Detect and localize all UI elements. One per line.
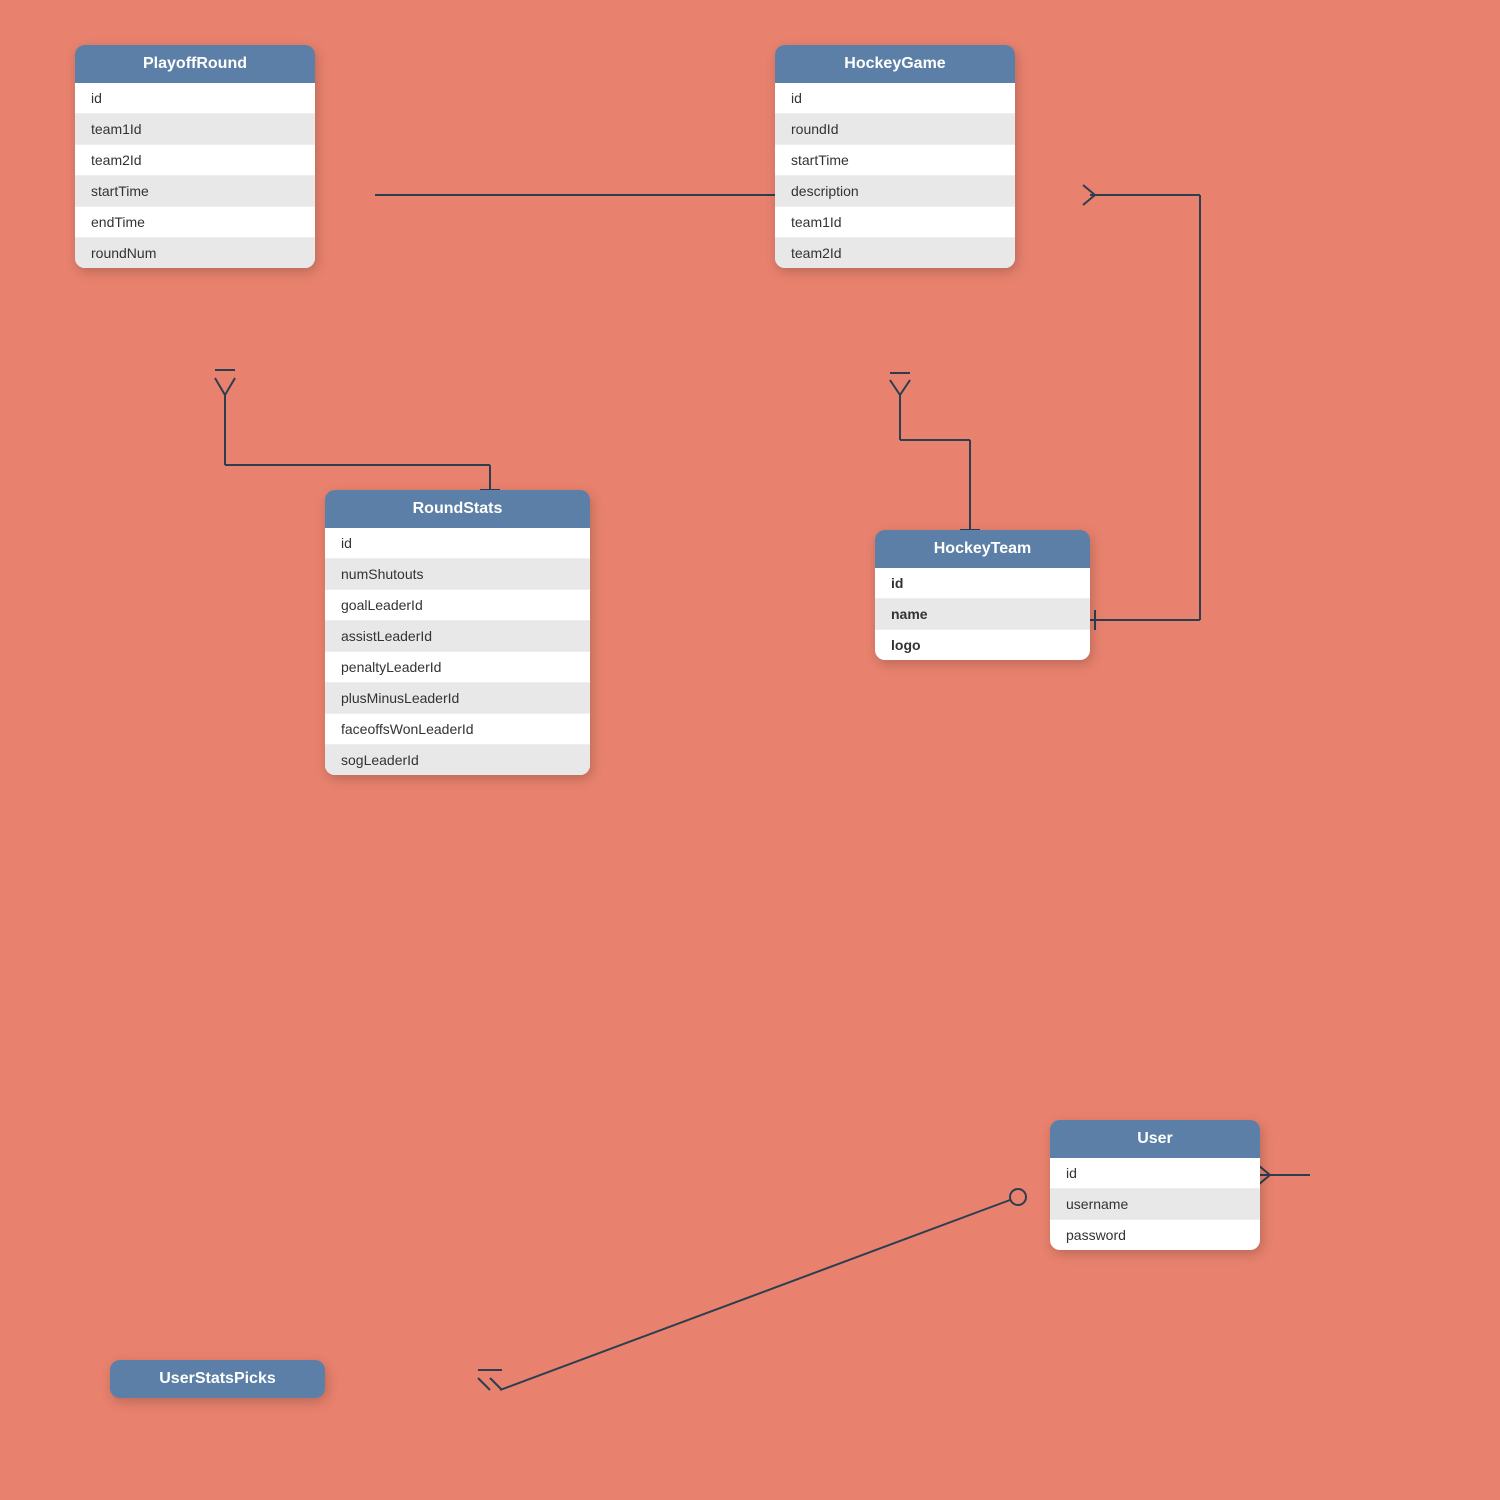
table-row: sogLeaderId [325,745,590,775]
table-hockey-team-header: HockeyTeam [875,530,1090,568]
table-row: startTime [775,145,1015,176]
table-round-stats-header: RoundStats [325,490,590,528]
table-row: description [775,176,1015,207]
table-row: id [75,83,315,114]
table-row: id [1050,1158,1260,1189]
table-playoff-round-header: PlayoffRound [75,45,315,83]
table-user: User id username password [1050,1120,1260,1250]
table-row: endTime [75,207,315,238]
table-playoff-round-body: id team1Id team2Id startTime endTime rou… [75,83,315,268]
table-row: team1Id [775,207,1015,238]
table-row: team2Id [75,145,315,176]
table-row: id [325,528,590,559]
table-row: roundId [775,114,1015,145]
diagram-canvas: PlayoffRound id team1Id team2Id startTim… [0,0,1500,1500]
table-hockey-game-header: HockeyGame [775,45,1015,83]
table-row: team2Id [775,238,1015,268]
table-row: goalLeaderId [325,590,590,621]
table-user-header: User [1050,1120,1260,1158]
table-row: plusMinusLeaderId [325,683,590,714]
table-user-stats-picks: UserStatsPicks [110,1360,325,1398]
table-hockey-game: HockeyGame id roundId startTime descript… [775,45,1015,268]
table-row: id [775,83,1015,114]
table-row: name [875,599,1090,630]
table-round-stats-body: id numShutouts goalLeaderId assistLeader… [325,528,590,775]
table-round-stats: RoundStats id numShutouts goalLeaderId a… [325,490,590,775]
table-row: faceoffsWonLeaderId [325,714,590,745]
table-row: startTime [75,176,315,207]
table-user-stats-picks-header: UserStatsPicks [110,1360,325,1398]
table-hockey-game-body: id roundId startTime description team1Id… [775,83,1015,268]
table-row: penaltyLeaderId [325,652,590,683]
table-user-body: id username password [1050,1158,1260,1250]
table-playoff-round: PlayoffRound id team1Id team2Id startTim… [75,45,315,268]
table-row: logo [875,630,1090,660]
table-hockey-team-body: id name logo [875,568,1090,660]
table-row: numShutouts [325,559,590,590]
table-row: password [1050,1220,1260,1250]
table-row: username [1050,1189,1260,1220]
table-row: id [875,568,1090,599]
table-row: roundNum [75,238,315,268]
table-row: team1Id [75,114,315,145]
table-hockey-team: HockeyTeam id name logo [875,530,1090,660]
table-row: assistLeaderId [325,621,590,652]
